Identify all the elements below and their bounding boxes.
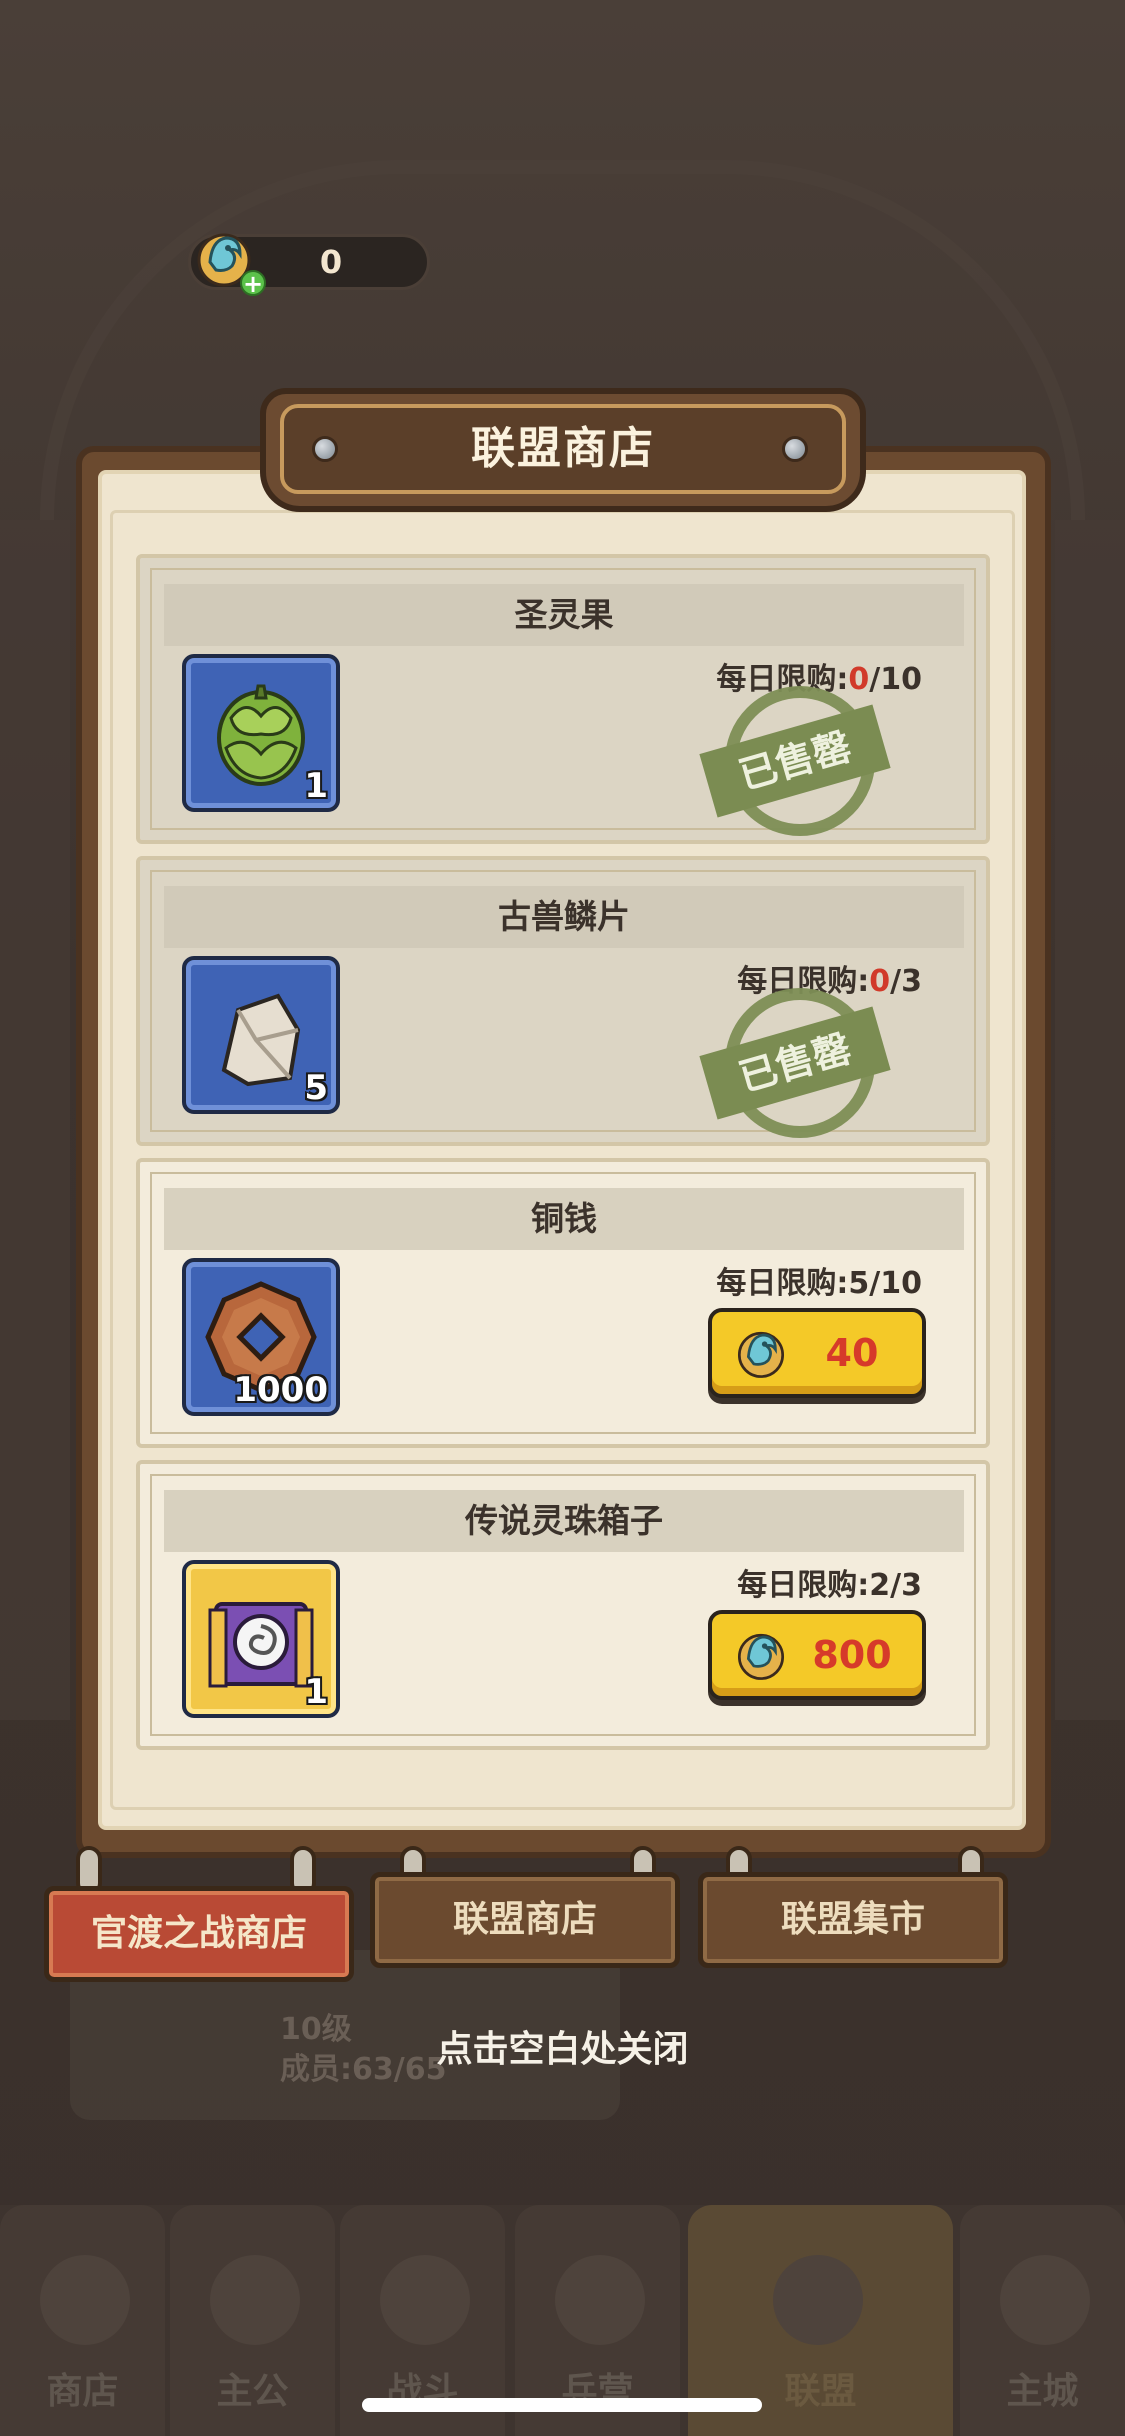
- daily-limit-bought: 0: [848, 662, 870, 697]
- tab-guandu-shop[interactable]: 官渡之战商店: [44, 1886, 354, 1982]
- shop-item-card: 铜钱 1000 每日限购:5/10 40: [136, 1158, 990, 1448]
- tab-alliance-shop[interactable]: 联盟商店: [370, 1872, 680, 1968]
- crossed-swords-icon: [380, 2255, 470, 2345]
- shop-item-card: 圣灵果 1 每日限购:0/10 已售罄: [136, 554, 990, 844]
- close-hint[interactable]: 点击空白处关闭: [0, 2025, 1125, 2075]
- lord-icon: [210, 2255, 300, 2345]
- rivet-right-icon: [782, 436, 808, 462]
- city-icon: [1000, 2255, 1090, 2345]
- nav-label: 主城: [1006, 2371, 1079, 2412]
- item-slot[interactable]: 1: [182, 654, 340, 812]
- item-quantity: 5: [304, 1068, 328, 1108]
- buy-price: 40: [825, 1331, 879, 1375]
- daily-limit-bought: 0: [869, 964, 891, 999]
- tab-label: 官渡之战商店: [90, 1913, 307, 1954]
- rivet-left-icon: [312, 436, 338, 462]
- nav-item-city[interactable]: 主城: [960, 2205, 1125, 2436]
- add-currency-icon[interactable]: +: [240, 270, 266, 296]
- item-name: 传说灵珠箱子: [465, 1501, 663, 1540]
- dragon-coin-icon: [737, 1633, 785, 1680]
- buy-button[interactable]: 40: [708, 1308, 926, 1398]
- daily-limit-total: /10: [869, 662, 922, 697]
- background-pillar-right: [1055, 520, 1125, 1720]
- daily-limit: 每日限购:2/3: [737, 1568, 922, 1603]
- buy-price: 800: [812, 1633, 892, 1677]
- daily-limit: 每日限购:5/10: [716, 1266, 922, 1301]
- item-name: 古兽鳞片: [498, 897, 630, 936]
- item-quantity: 1000: [233, 1370, 328, 1410]
- tab-alliance-market[interactable]: 联盟集市: [698, 1872, 1008, 1968]
- item-quantity: 1: [304, 1672, 328, 1712]
- nav-item-lord[interactable]: 主公: [170, 2205, 335, 2436]
- shop-icon: [40, 2255, 130, 2345]
- nav-item-shop[interactable]: 商店: [0, 2205, 165, 2436]
- panel-title: 联盟商店: [471, 423, 655, 474]
- dragon-coin-icon: [737, 1331, 785, 1378]
- tab-label: 联盟商店: [452, 1899, 597, 1940]
- barracks-icon: [555, 2255, 645, 2345]
- item-quantity: 1: [304, 766, 328, 806]
- daily-limit-total: /3: [890, 964, 922, 999]
- item-slot[interactable]: 1: [182, 1560, 340, 1718]
- currency-value: 0: [319, 243, 343, 281]
- item-name: 圣灵果: [514, 595, 614, 634]
- nav-label: 商店: [46, 2371, 119, 2412]
- background-pillar-left: [0, 520, 70, 1720]
- item-name: 铜钱: [531, 1199, 597, 1238]
- tab-label: 联盟集市: [780, 1899, 925, 1940]
- nav-label: 主公: [216, 2371, 289, 2412]
- shop-item-card: 传说灵珠箱子 1 每日限购:2/3 800: [136, 1460, 990, 1750]
- item-slot[interactable]: 1000: [182, 1258, 340, 1416]
- home-indicator: [362, 2398, 762, 2412]
- shop-item-card: 古兽鳞片 5 每日限购:0/3 已售罄: [136, 856, 990, 1146]
- item-slot[interactable]: 5: [182, 956, 340, 1114]
- alliance-flag-icon: [773, 2255, 863, 2345]
- buy-button[interactable]: 800: [708, 1610, 926, 1700]
